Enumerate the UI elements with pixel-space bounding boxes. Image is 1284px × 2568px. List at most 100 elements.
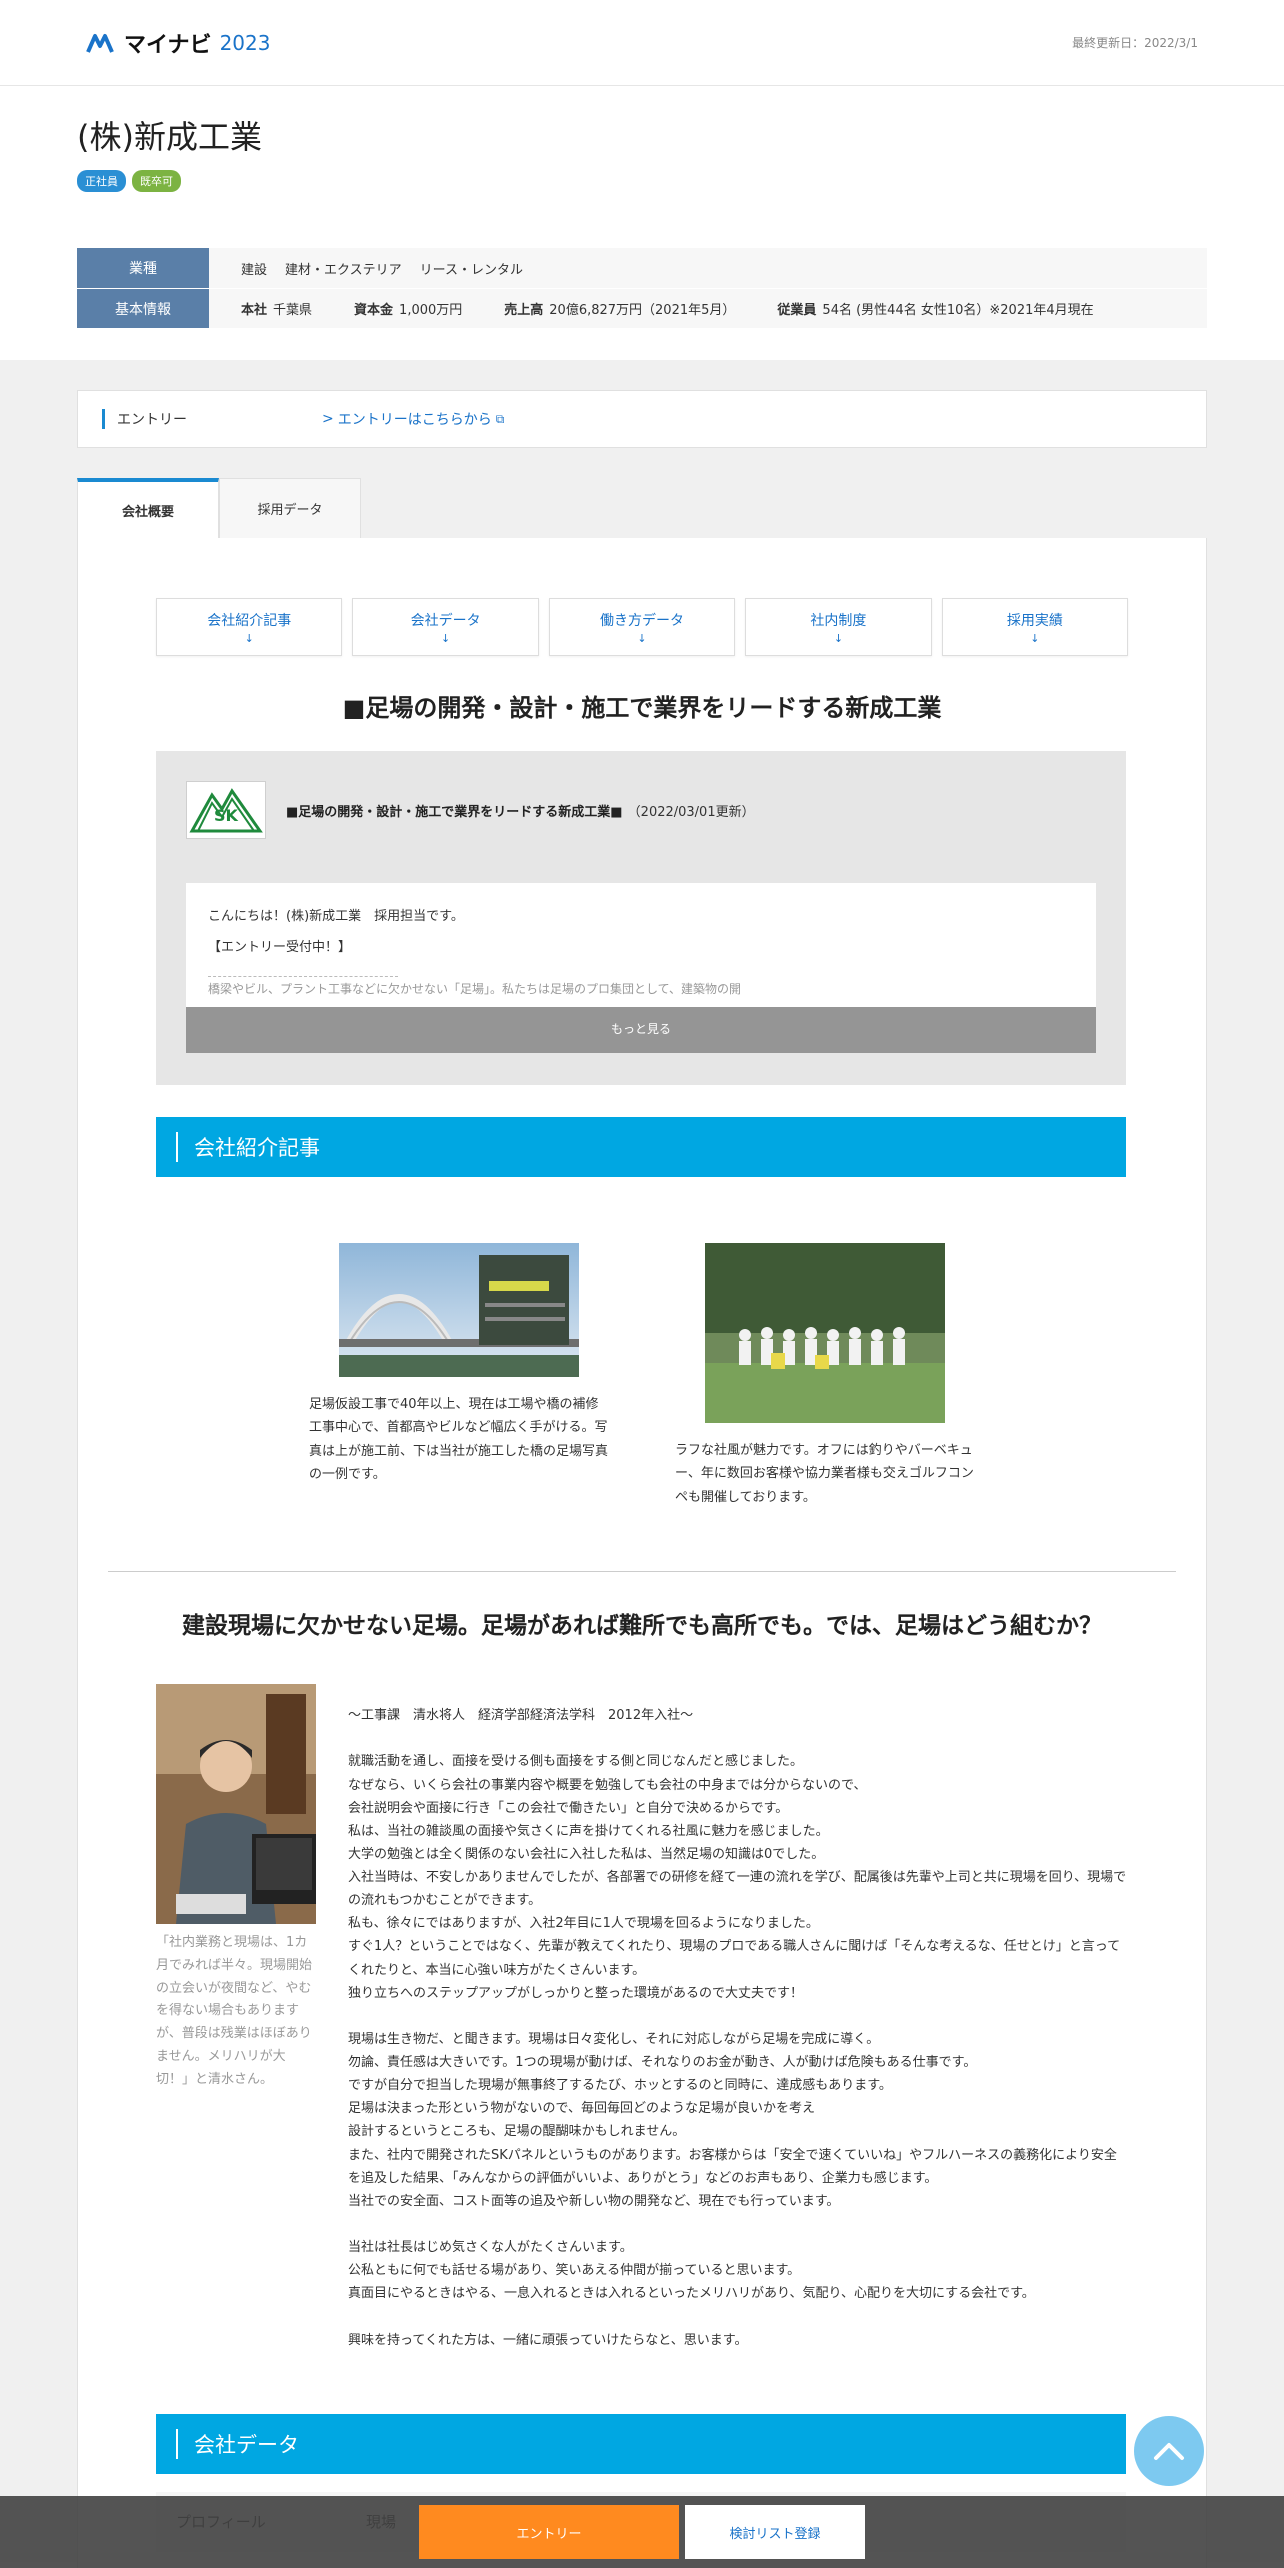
badge-list: 正社員 既卒可: [77, 170, 1207, 192]
entry-label: エントリー: [102, 409, 322, 429]
arrow-down-icon: ↓: [1030, 631, 1040, 645]
anchor-company-intro[interactable]: 会社紹介記事 ↓: [156, 598, 343, 656]
sales-key: 売上高: [504, 303, 544, 318]
article-body: ～工事課 清水将人 経済学部経済法学科 2012年入社～ 就職活動を通し、面接を受…: [348, 1684, 1128, 2352]
badge-graduates-ok: 既卒可: [132, 170, 181, 192]
tab-company-overview[interactable]: 会社概要: [77, 478, 219, 538]
logo-text: マイナビ: [124, 32, 212, 58]
info-table: 業種 建設 建材・エクステリア リース・レンタル 基本情報 本社 千葉県 資本金 1…: [77, 248, 1207, 328]
external-link-icon: ⧉: [495, 411, 505, 426]
article-line: 当社での安全面、コスト面等の追及や新しい物の開発など、現在でも行っています。: [348, 2193, 840, 2209]
article-line: 入社当時は、不安しかありませんでしたが、各部署での研修を経て一連の流れを学び、配…: [348, 1870, 1127, 1909]
arrow-down-icon: ↓: [637, 631, 647, 645]
article-line: すぐ1人？ということではなく、先輩が教えてくれたり、現場のプロである職人さんに聞…: [348, 1939, 1121, 1978]
arrow-down-icon: ↓: [441, 631, 451, 645]
person-caption: 「社内業務と現場は、1カ月でみれば半々。現場開始の立会いが夜間など、やむを得ない…: [156, 1935, 313, 2087]
main-card: 会社紹介記事 ↓ 会社データ ↓ 働き方データ ↓ 社内制度 ↓ 採用実績 ↓ …: [77, 538, 1207, 2568]
article-line: 足場は決まった形という物がないので、毎回毎回どのような足場が良いかを考え: [348, 2101, 815, 2117]
scroll-to-top-button[interactable]: [1134, 2416, 1204, 2486]
news-cut-text: 橋梁やビル、プラント工事などに欠かせない「足場」。私たちは足場のプロ集団として、…: [208, 981, 742, 996]
industry-label: 業種: [77, 248, 209, 288]
person-column: 「社内業務と現場は、1カ月でみれば半々。現場開始の立会いが夜間など、やむを得ない…: [156, 1684, 316, 2352]
article-line: 私も、徐々にではありますが、入社2年目に1人で現場を回るようになりました。: [348, 1916, 819, 1932]
article-line: 独り立ちへのステップアップがしっかりと整った環境があるので大丈夫です！: [348, 1985, 804, 2001]
anchor-label: 採用実績: [1006, 612, 1063, 629]
industry-item: リース・レンタル: [419, 262, 523, 278]
section-header-company-intro: 会社紹介記事: [156, 1117, 1126, 1177]
arrow-down-icon: ↓: [833, 631, 844, 645]
employee-photo: [156, 1684, 316, 1925]
news-header: SK ■足場の開発・設計・施工で業界をリードする新成工業■ （2022/03/0…: [186, 781, 1096, 839]
photo-gallery: 足場仮設工事で40年以上、現在は工場や橋の補修工事中心で、首都高やビルなど幅広く…: [156, 1243, 1128, 1509]
sales-value: 20億6,827万円（2021年5月）: [549, 303, 736, 318]
mynavi-logo[interactable]: マイナビ 2023: [86, 27, 270, 59]
entry-box: エントリー > エントリーはこちらから ⧉: [77, 390, 1207, 448]
industry-values: 建設 建材・エクステリア リース・レンタル: [209, 248, 1207, 288]
industry-row: 業種 建設 建材・エクステリア リース・レンタル: [77, 248, 1207, 288]
article-line: ですが自分で担当した現場が無事終了するたび、ホッとするのと同時に、達成感もありま…: [348, 2078, 892, 2094]
more-button[interactable]: もっと見る: [186, 1007, 1096, 1053]
company-name: (株)新成工業: [77, 118, 262, 156]
news-title: ■足場の開発・設計・施工で業界をリードする新成工業■: [286, 804, 623, 820]
article-line: 公私ともに何でも話せる場があり、笑いあえる仲間が揃っていると思います。: [348, 2263, 801, 2279]
anchor-hiring-record[interactable]: 採用実績 ↓: [941, 598, 1129, 656]
article: 「社内業務と現場は、1カ月でみれば半々。現場開始の立会いが夜間など、やむを得ない…: [156, 1684, 1128, 2352]
section-title: 会社紹介記事: [176, 1132, 320, 1162]
company-summary: (株)新成工業 正社員 既卒可 業種 建設 建材・エクステリア リース・レンタル…: [0, 86, 1284, 360]
photo-caption: 足場仮設工事で40年以上、現在は工場や橋の補修工事中心で、首都高やビルなど幅広く…: [309, 1397, 609, 1483]
article-line: 私は、当社の雑談風の面接や気さくに声を掛けてくれる社風に魅力を感じました。: [348, 1823, 829, 1839]
page-headline: ■足場の開発・設計・施工で業界をリードする新成工業: [342, 694, 942, 722]
article-line: ～工事課 清水将人 経済学部経済法学科 2012年入社～: [348, 1708, 694, 1724]
badge-fulltime: 正社員: [77, 170, 126, 192]
sk-logo-icon: SK: [189, 788, 263, 833]
arrow-down-icon: ↓: [244, 631, 254, 645]
chevron-right-icon: >: [322, 411, 334, 427]
anchor-label: 会社データ: [410, 612, 481, 629]
photo-caption: ラフな社風が魅力です。オフには釣りやバーベキュー、年に数回お客様や協力業者様も交…: [675, 1443, 974, 1505]
news-box: SK ■足場の開発・設計・施工で業界をリードする新成工業■ （2022/03/0…: [156, 751, 1126, 1085]
anchor-label: 会社紹介記事: [207, 612, 292, 629]
article-line: [348, 1727, 1128, 1750]
bridge-scaffold-photo: [339, 1243, 579, 1377]
article-line: 就職活動を通し、面接を受ける側も面接をする側と同じなんだと感じました。: [348, 1754, 804, 1770]
article-title: 建設現場に欠かせない足場。足場があれば難所でも高所でも。では、足場はどう組むか？: [182, 1613, 1102, 1640]
section-title: 会社データ: [176, 2428, 299, 2459]
industry-item: 建設: [241, 262, 268, 278]
tab-recruit-data[interactable]: 採用データ: [219, 478, 361, 538]
employees-value: 54名 (男性44名 女性10名）※2021年4月現在: [822, 303, 1094, 318]
employees-info: 従業員 54名 (男性44名 女性10名）※2021年4月現在: [777, 299, 1093, 318]
basic-info-row: 基本情報 本社 千葉県 資本金 1,000万円 売上高 20億6,827万円（2021…: [77, 288, 1207, 328]
article-line: [348, 2305, 1128, 2328]
add-to-list-button[interactable]: 検討リスト登録: [685, 2505, 865, 2559]
group-photo: [705, 1243, 945, 1423]
anchor-internal-system[interactable]: 社内制度 ↓: [745, 598, 932, 656]
entry-link[interactable]: > エントリーはこちらから ⧉: [322, 409, 504, 429]
sales-info: 売上高 20億6,827万円（2021年5月）: [504, 299, 735, 318]
entry-link-text: エントリーはこちらから: [337, 412, 492, 428]
sk-logo-text: SK: [214, 806, 239, 825]
divider: [108, 1571, 1176, 1573]
chevron-up-icon: [1154, 2443, 1184, 2460]
article-line: 真面目にやるときはやる、一息入れるときは入れるといったメリハリがあり、気配り、心…: [348, 2286, 1035, 2302]
article-line: 興味を持ってくれた方は、一緒に頑張っていけたらなと、思います。: [348, 2332, 748, 2348]
photo-card: ラフな社風が魅力です。オフには釣りやバーベキュー、年に数回お客様や協力業者様も交…: [675, 1243, 975, 1509]
site-header: マイナビ 2023 最終更新日：2022/3/1: [0, 0, 1284, 86]
article-line: 大学の勉強とは全く関係のない会社に入社した私は、当然足場の知識は0でした。: [348, 1846, 825, 1862]
anchor-company-data[interactable]: 会社データ ↓: [352, 598, 539, 656]
news-title-wrap: ■足場の開発・設計・施工で業界をリードする新成工業■ （2022/03/01更新…: [286, 801, 755, 820]
news-line: 【エントリー受付中！】: [208, 940, 352, 956]
capital-value: 1,000万円: [399, 303, 463, 318]
entry-button[interactable]: エントリー: [419, 2505, 679, 2559]
basic-info-values: 本社 千葉県 資本金 1,000万円 売上高 20億6,827万円（2021年5月） …: [209, 289, 1207, 328]
anchor-workstyle-data[interactable]: 働き方データ ↓: [548, 598, 736, 656]
article-line: 会社説明会や面接に行き「この会社で働きたい」と自分で決めるからです。: [348, 1800, 789, 1816]
photo-card: 足場仮設工事で40年以上、現在は工場や橋の補修工事中心で、首都高やビルなど幅広く…: [309, 1243, 609, 1509]
news-body: こんにちは！(株)新成工業 採用担当です。 【エントリー受付中！】 橋梁やビル、…: [186, 883, 1096, 1053]
article-line: 現場は生き物だ、と聞きます。現場は日々変化し、それに対応しながら足場を完成に導く…: [348, 2031, 880, 2047]
capital-key: 資本金: [354, 303, 394, 318]
industry-item: 建材・エクステリア: [285, 262, 402, 278]
tab-bar: 会社概要 採用データ: [77, 478, 1207, 538]
basic-info-label: 基本情報: [77, 289, 209, 328]
news-date: （2022/03/01更新）: [627, 804, 755, 820]
article-line: [348, 2005, 1128, 2028]
